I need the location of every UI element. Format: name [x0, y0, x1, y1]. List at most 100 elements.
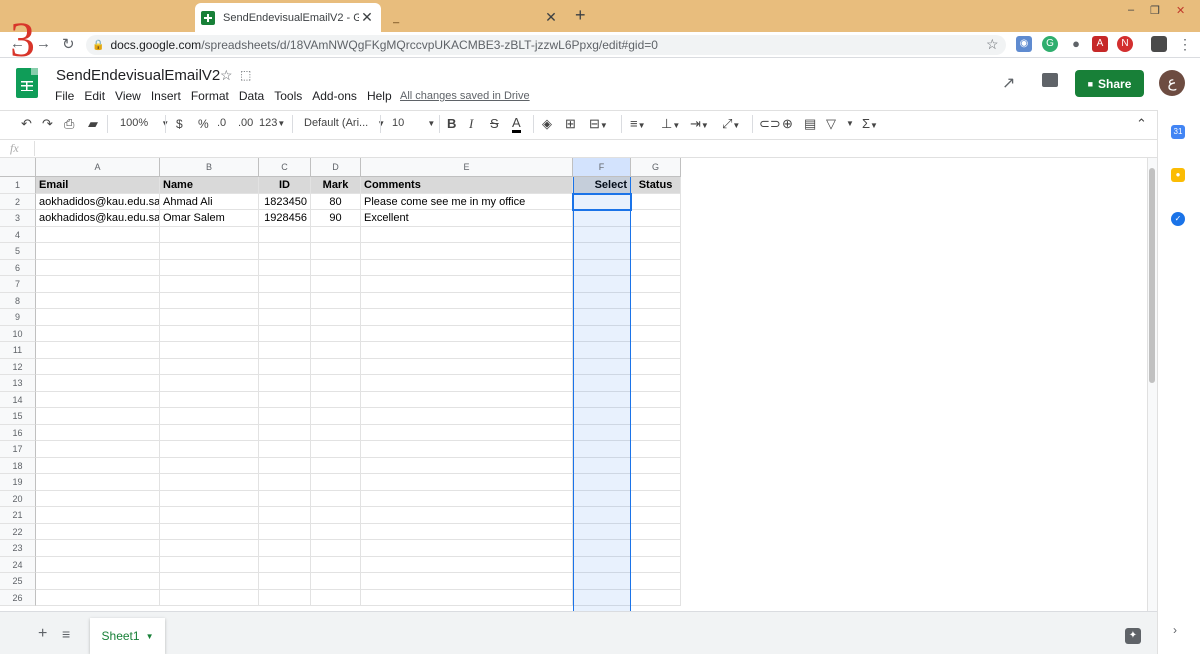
cell-email[interactable] — [36, 325, 160, 342]
cell-status[interactable] — [631, 441, 681, 458]
forward-icon[interactable]: → — [36, 35, 51, 52]
move-folder-icon[interactable]: ⬚ — [240, 68, 251, 82]
cell-email[interactable] — [36, 507, 160, 524]
cell-status[interactable] — [631, 408, 681, 425]
filter-icon[interactable]: ▽ — [826, 116, 836, 132]
cell-comments[interactable] — [361, 408, 573, 425]
cell-select[interactable] — [573, 408, 631, 425]
cell-name[interactable] — [160, 342, 259, 359]
horizontal-align-icon[interactable]: ≡▼ — [630, 116, 646, 131]
font-family-select[interactable]: Default (Ari... ▼ — [304, 117, 385, 129]
cell-comments[interactable]: Excellent — [361, 210, 573, 227]
cell-select[interactable] — [573, 193, 631, 210]
cell-status[interactable] — [631, 375, 681, 392]
strikethrough-icon[interactable]: S — [490, 116, 499, 131]
cell-status[interactable] — [631, 391, 681, 408]
redo-icon[interactable]: ↷ — [42, 116, 53, 132]
menu-view[interactable]: View — [115, 89, 141, 103]
cell-mark[interactable] — [311, 375, 361, 392]
header-cell-mark[interactable]: Mark — [311, 177, 361, 194]
cell-mark[interactable] — [311, 457, 361, 474]
column-header-b[interactable]: B — [160, 158, 259, 177]
cell-comments[interactable]: Please come see me in my office — [361, 193, 573, 210]
cell-name[interactable] — [160, 523, 259, 540]
comments-icon[interactable] — [1042, 73, 1058, 87]
menu-insert[interactable]: Insert — [151, 89, 181, 103]
chevron-down-icon[interactable]: ▼ — [846, 119, 854, 128]
column-header-a[interactable]: A — [36, 158, 160, 177]
cell-status[interactable] — [631, 342, 681, 359]
cell-mark[interactable] — [311, 441, 361, 458]
row-header[interactable]: 21 — [0, 507, 36, 524]
row-header[interactable]: 14 — [0, 391, 36, 408]
row-header[interactable]: 3 — [0, 210, 36, 227]
cell-select[interactable] — [573, 309, 631, 326]
cell-name[interactable] — [160, 325, 259, 342]
cell-name[interactable] — [160, 243, 259, 260]
cell-name[interactable] — [160, 474, 259, 491]
cell-id[interactable] — [259, 441, 311, 458]
row-header[interactable]: 8 — [0, 292, 36, 309]
browser-tab-active[interactable]: SendEndevisualEmailV2 - Google ✕ — [195, 3, 381, 32]
vertical-align-icon[interactable]: ⊥▼ — [661, 116, 680, 132]
cell-email[interactable] — [36, 226, 160, 243]
cell-comments[interactable] — [361, 259, 573, 276]
cell-email[interactable] — [36, 540, 160, 557]
new-tab-icon[interactable]: + — [575, 5, 586, 26]
cell-select[interactable] — [573, 226, 631, 243]
row-header[interactable]: 7 — [0, 276, 36, 293]
cell-name[interactable] — [160, 424, 259, 441]
cell-status[interactable] — [631, 424, 681, 441]
fill-color-icon[interactable]: ◈ — [542, 116, 552, 132]
cell-id[interactable] — [259, 540, 311, 557]
cell-email[interactable] — [36, 573, 160, 590]
cell-id[interactable] — [259, 342, 311, 359]
camera-extension-icon[interactable]: ◉ — [1016, 36, 1032, 52]
row-header[interactable]: 11 — [0, 342, 36, 359]
profile-icon[interactable] — [1151, 36, 1167, 52]
cell-mark[interactable] — [311, 259, 361, 276]
header-cell-id[interactable]: ID — [259, 177, 311, 194]
menu-format[interactable]: Format — [191, 89, 229, 103]
header-cell-comments[interactable]: Comments — [361, 177, 573, 194]
cell-mark[interactable] — [311, 474, 361, 491]
cell-name[interactable] — [160, 309, 259, 326]
cell-email[interactable] — [36, 408, 160, 425]
column-header-c[interactable]: C — [259, 158, 311, 177]
cell-select[interactable] — [573, 523, 631, 540]
cell-name[interactable] — [160, 391, 259, 408]
browser-tab-inactive[interactable]: _ ✕ — [383, 3, 569, 32]
cell-select[interactable] — [573, 490, 631, 507]
font-size-select[interactable]: 10 ▼ — [392, 117, 435, 129]
cell-mark[interactable] — [311, 391, 361, 408]
cell-mark[interactable] — [311, 589, 361, 606]
cell-status[interactable] — [631, 523, 681, 540]
cell-comments[interactable] — [361, 325, 573, 342]
cell-comments[interactable] — [361, 276, 573, 293]
row-header[interactable]: 20 — [0, 490, 36, 507]
cell-id[interactable] — [259, 292, 311, 309]
row-header[interactable]: 13 — [0, 375, 36, 392]
percent-format-button[interactable]: % — [198, 117, 209, 131]
cell-id[interactable] — [259, 276, 311, 293]
formula-input[interactable] — [40, 141, 1140, 156]
cell-comments[interactable] — [361, 441, 573, 458]
document-title[interactable]: SendEndevisualEmailV2 — [56, 67, 220, 84]
collapse-menus-icon[interactable]: ⌃ — [1136, 116, 1147, 132]
cell-comments[interactable] — [361, 540, 573, 557]
cell-email[interactable] — [36, 556, 160, 573]
cell-mark[interactable] — [311, 309, 361, 326]
chrome-menu-icon[interactable]: ⋮ — [1178, 36, 1192, 53]
bookmark-star-icon[interactable]: ☆ — [986, 36, 999, 53]
cell-mark[interactable] — [311, 243, 361, 260]
cell-email[interactable]: aokhadidos@kau.edu.sa — [36, 210, 160, 227]
scrollbar-thumb[interactable] — [1149, 168, 1155, 383]
cell-id[interactable] — [259, 573, 311, 590]
row-header[interactable]: 6 — [0, 259, 36, 276]
row-header[interactable]: 16 — [0, 424, 36, 441]
cell-mark[interactable] — [311, 342, 361, 359]
text-color-icon[interactable]: A — [512, 116, 521, 133]
cell-email[interactable] — [36, 424, 160, 441]
row-header[interactable]: 19 — [0, 474, 36, 491]
cell-name[interactable]: Omar Salem — [160, 210, 259, 227]
